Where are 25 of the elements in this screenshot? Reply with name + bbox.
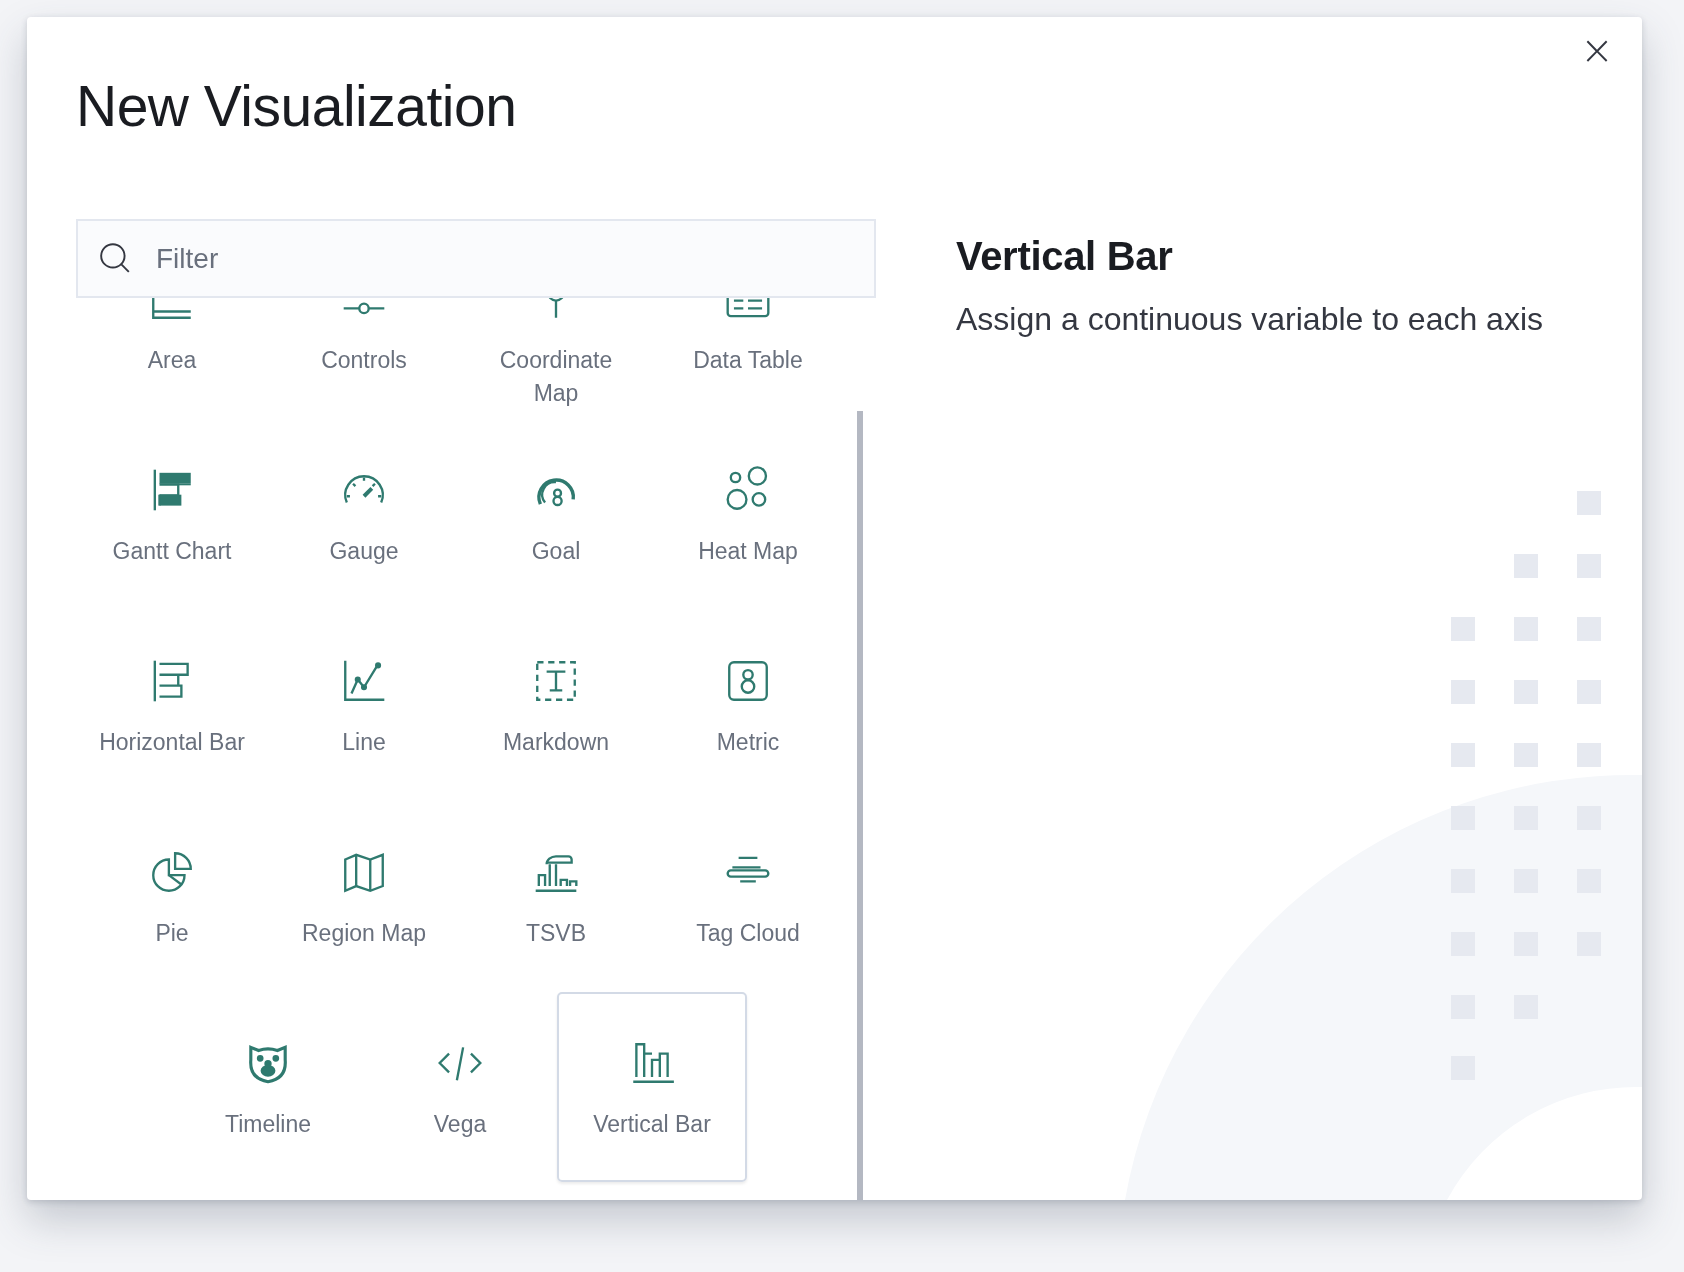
selected-type-title: Vertical Bar <box>956 233 1174 280</box>
visualization-type-card[interactable]: Horizontal Bar <box>77 610 267 800</box>
scrollbar[interactable] <box>857 411 863 1200</box>
visualization-type-card[interactable]: Markdown <box>461 610 651 800</box>
visualization-type-card[interactable]: Coordinate Map <box>461 298 651 418</box>
visualization-type-card[interactable]: Pie <box>77 801 267 991</box>
visualization-type-card[interactable]: Controls <box>269 298 459 418</box>
visualization-type-card[interactable]: Area <box>77 298 267 418</box>
visualization-type-card[interactable]: Vega <box>365 992 555 1182</box>
visualization-type-card[interactable]: Region Map <box>269 801 459 991</box>
search-field[interactable]: Filter <box>76 219 876 298</box>
visualization-type-card[interactable]: Line <box>269 610 459 800</box>
visualization-type-card[interactable]: TSVB <box>461 801 651 991</box>
visualization-type-card[interactable]: Tag Cloud <box>653 801 843 991</box>
visualization-type-card[interactable]: Vertical Bar <box>557 992 747 1182</box>
modal-title: New Visualization <box>76 73 517 140</box>
visualization-type-card[interactable]: Gauge <box>269 419 459 609</box>
visualization-type-card[interactable]: Goal <box>461 419 651 609</box>
close-button[interactable]: × <box>1580 33 1614 67</box>
visualization-type-card[interactable]: Data Table <box>653 298 843 418</box>
visualization-type-card[interactable]: Heat Map <box>653 419 843 609</box>
visualization-type-card[interactable]: Timeline <box>173 992 363 1182</box>
visualization-type-card[interactable]: Gantt Chart <box>77 419 267 609</box>
visualization-type-card[interactable]: Metric <box>653 610 843 800</box>
selected-type-description: Assign a continuous variable to each axis <box>956 300 1543 339</box>
